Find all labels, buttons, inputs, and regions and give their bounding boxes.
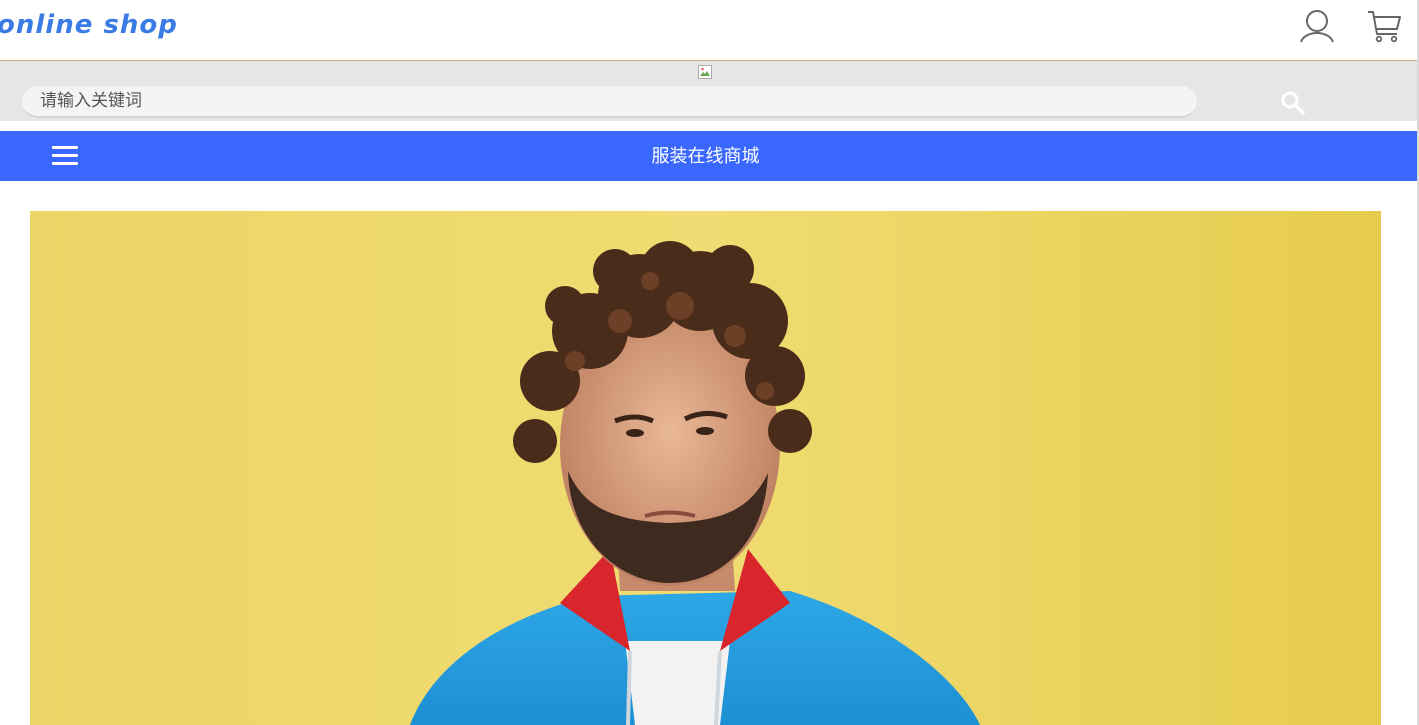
search-input[interactable] <box>22 86 1197 118</box>
banner-photo <box>30 211 1381 725</box>
cart-icon <box>1368 11 1401 43</box>
user-icon <box>1300 10 1334 43</box>
broken-image-icon <box>698 65 712 79</box>
search-button[interactable] <box>1280 90 1306 116</box>
hero-banner-image[interactable] <box>30 211 1381 725</box>
site-logo[interactable]: online shop <box>0 9 178 41</box>
nav-title: 服装在线商城 <box>651 146 760 166</box>
search-icon <box>1281 91 1305 115</box>
top-header: online shop <box>0 0 1417 61</box>
user-account-button[interactable] <box>1297 6 1337 46</box>
main-nav-bar: 服装在线商城 <box>0 131 1417 181</box>
shopping-cart-button[interactable] <box>1364 6 1404 46</box>
search-bar-area <box>0 61 1417 121</box>
